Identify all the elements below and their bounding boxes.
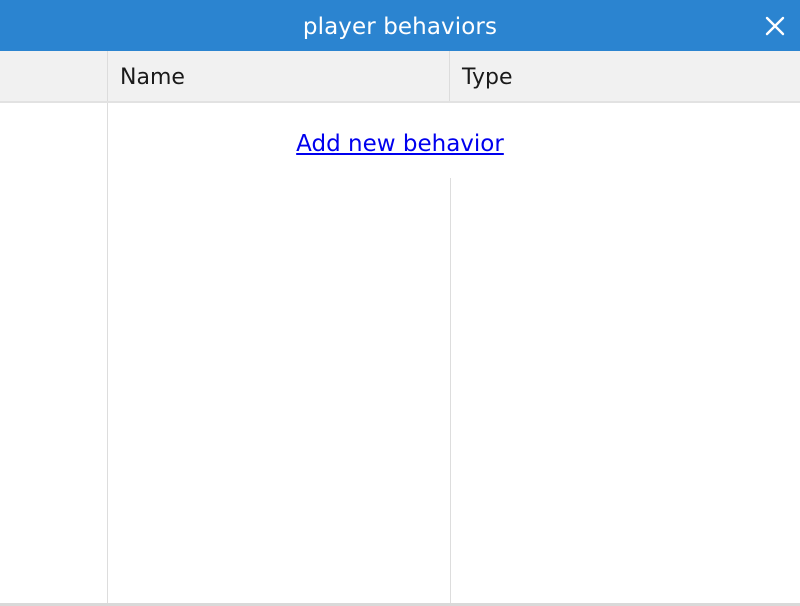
column-header-name[interactable]: Name <box>108 51 450 101</box>
title-bar: player behaviors <box>0 0 800 51</box>
close-icon <box>765 16 785 36</box>
column-header-type[interactable]: Type <box>450 51 800 101</box>
table-header: Name Type <box>0 51 800 103</box>
add-new-behavior-link-container: Add new behavior <box>0 131 800 157</box>
close-button[interactable] <box>765 16 785 36</box>
column-header-selection[interactable] <box>0 51 108 101</box>
add-new-behavior-link[interactable]: Add new behavior <box>294 131 506 157</box>
column-divider <box>107 103 108 603</box>
dialog-title: player behaviors <box>302 14 498 40</box>
table-body: Add new behavior <box>0 103 800 603</box>
column-divider <box>450 178 451 603</box>
behaviors-dialog: player behaviors Name Type Add new behav… <box>0 0 800 606</box>
